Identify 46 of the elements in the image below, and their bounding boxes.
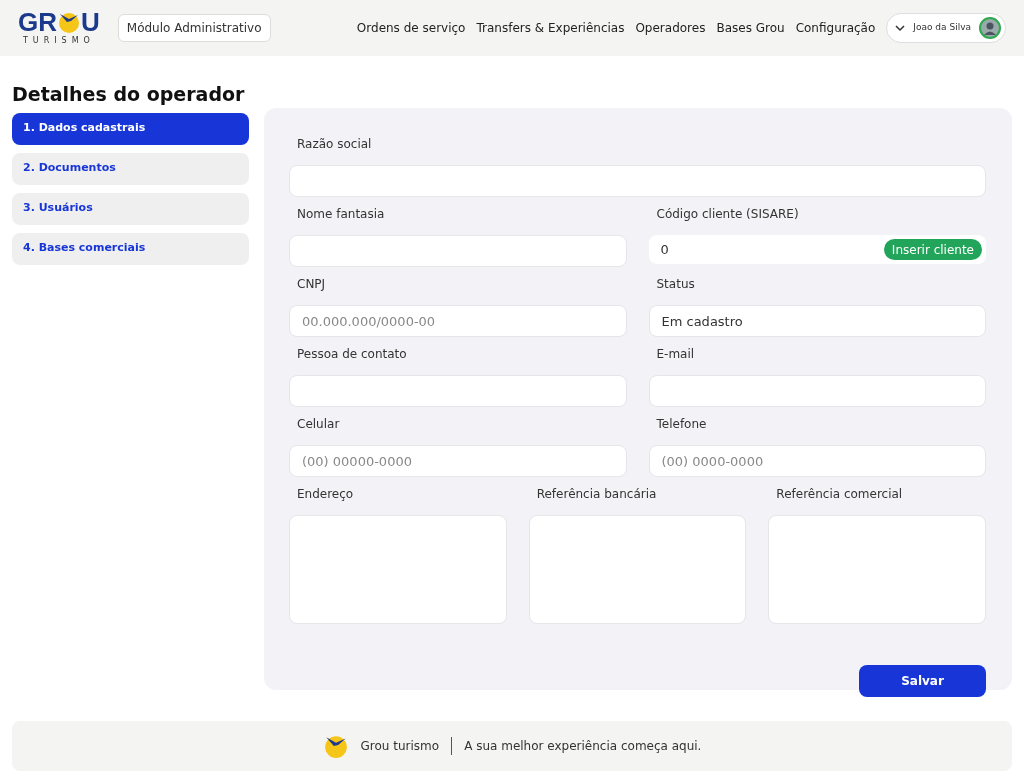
field-label: Nome fantasia bbox=[296, 206, 386, 223]
input-field[interactable]: 0 Inserir cliente bbox=[648, 235, 986, 264]
bird-logo-icon bbox=[57, 10, 81, 34]
input-field[interactable]: (00) 00000-0000 bbox=[289, 445, 627, 477]
save-button[interactable]: Salvar bbox=[859, 665, 986, 697]
avatar-icon bbox=[979, 17, 1001, 39]
input-field[interactable] bbox=[289, 235, 627, 267]
user-menu[interactable]: Joao da Silva bbox=[886, 13, 1006, 43]
chevron-down-icon bbox=[895, 23, 906, 33]
input-field[interactable] bbox=[289, 165, 986, 197]
nav-link[interactable]: Ordens de serviço bbox=[356, 19, 466, 37]
field-label: Endereço bbox=[296, 486, 355, 503]
text-area[interactable] bbox=[289, 515, 507, 624]
nav-link[interactable]: Transfers & Experiências bbox=[476, 19, 625, 37]
field-label: Código cliente (SISARE) bbox=[655, 206, 800, 223]
field-label: Telefone bbox=[655, 416, 708, 433]
input-field[interactable]: 00.000.000/0000-00 bbox=[289, 305, 627, 337]
nav-link[interactable]: Operadores bbox=[635, 19, 706, 37]
footer-brand: Grou turismo bbox=[360, 737, 453, 755]
text-area[interactable] bbox=[768, 515, 986, 624]
field-label: Status bbox=[655, 276, 696, 293]
input-field[interactable]: Em cadastro bbox=[648, 305, 986, 337]
logo-subtitle: TURISMO bbox=[22, 35, 95, 47]
logo-text: U bbox=[81, 9, 100, 35]
field-label: Referência comercial bbox=[775, 486, 904, 503]
field-label: Celular bbox=[296, 416, 341, 433]
step-tab[interactable]: 1. Dados cadastrais bbox=[12, 112, 249, 145]
nav-link[interactable]: Bases Grou bbox=[716, 19, 785, 37]
bird-logo-icon bbox=[322, 733, 349, 759]
step-tab[interactable]: 2. Documentos bbox=[12, 152, 249, 185]
footer-tagline: A sua melhor experiência começa aqui. bbox=[464, 738, 702, 755]
page-title: Detalhes do operador bbox=[12, 82, 246, 107]
input-field[interactable]: (00) 0000-0000 bbox=[648, 445, 986, 477]
field-label: Referência bancária bbox=[535, 486, 658, 503]
input-field[interactable] bbox=[289, 375, 627, 407]
step-tab[interactable]: 3. Usuários bbox=[12, 192, 249, 225]
input-field[interactable] bbox=[648, 375, 986, 407]
module-label: Módulo Administrativo bbox=[117, 14, 271, 42]
field-label: Pessoa de contato bbox=[296, 346, 408, 363]
logo-text: GR bbox=[18, 9, 57, 35]
nav-link[interactable]: Configuração bbox=[795, 19, 876, 37]
step-tab[interactable]: 4. Bases comerciais bbox=[12, 232, 249, 265]
text-area[interactable] bbox=[528, 515, 747, 624]
field-label: E-mail bbox=[655, 346, 696, 363]
field-label: Razão social bbox=[296, 136, 373, 153]
field-label: CNPJ bbox=[296, 276, 327, 293]
